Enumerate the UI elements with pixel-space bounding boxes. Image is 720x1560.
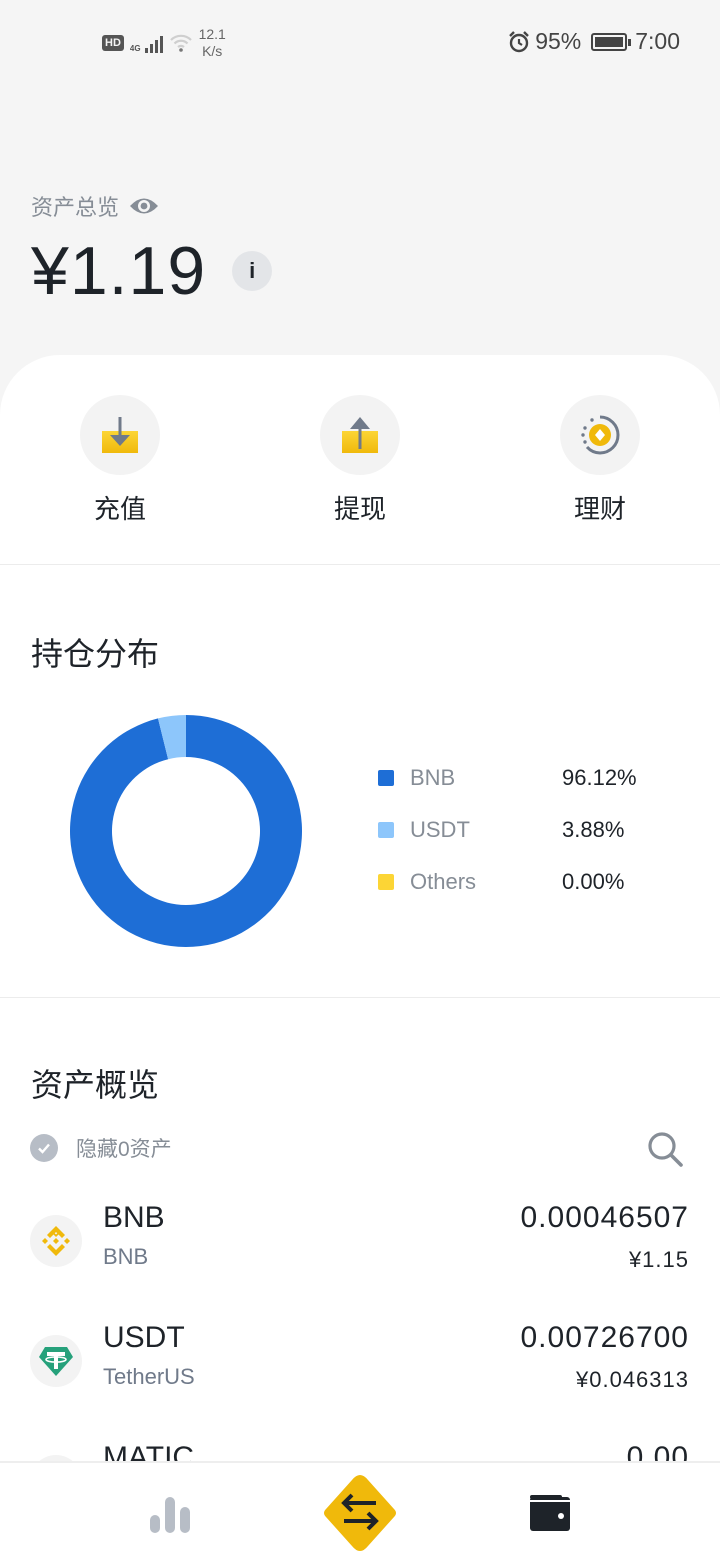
asset-name: BNB <box>103 1244 149 1269</box>
asset-value: ¥1.15 <box>628 1247 689 1272</box>
legend-swatch <box>378 822 394 838</box>
deposit-label: 充值 <box>93 494 146 524</box>
usdt-icon <box>30 1335 82 1387</box>
info-icon: i <box>249 258 256 283</box>
cellular-signal-icon: 4G <box>130 33 163 53</box>
overview-label: 资产总览 <box>31 195 120 220</box>
nav-trade[interactable] <box>310 1463 410 1560</box>
legend-swatch <box>378 874 394 890</box>
bar-chart-icon <box>150 1496 190 1533</box>
withdraw-label: 提现 <box>333 494 386 524</box>
holdings-donut-chart <box>70 715 302 947</box>
nav-markets[interactable] <box>120 1463 220 1560</box>
wallet-icon <box>530 1494 570 1531</box>
status-right: 95% 7:00 <box>507 28 680 55</box>
alarm-icon <box>509 30 530 52</box>
divider <box>0 564 720 565</box>
legend-value: 0.00% <box>562 869 625 894</box>
withdraw-icon <box>342 417 378 453</box>
legend-value: 96.12% <box>562 765 637 790</box>
info-button[interactable]: i <box>232 251 273 291</box>
hide-zero-assets-label: 隐藏0资产 <box>76 1138 172 1161</box>
battery-icon <box>591 32 632 51</box>
status-bar: HD 4G 12.1 K/s 95% 7:00 <box>0 0 720 84</box>
earn-button[interactable]: 理财 <box>480 395 720 526</box>
asset-value: ¥0.046313 <box>576 1367 689 1392</box>
quick-actions: 充值 提现 理财 <box>0 395 720 526</box>
search-icon[interactable] <box>646 1130 684 1168</box>
checkmark-icon[interactable] <box>30 1134 58 1162</box>
earn-label: 理财 <box>573 494 626 524</box>
network-speed: 12.1 K/s <box>198 26 226 59</box>
divider <box>0 997 720 998</box>
asset-row-bnb[interactable]: BNB BNB 0.00046507 ¥1.15 <box>0 1201 720 1311</box>
earn-icon <box>581 415 620 455</box>
asset-symbol: BNB <box>103 1201 165 1234</box>
battery-percent: 95% <box>535 28 582 54</box>
chart-legend: BNB 96.12% USDT 3.88% Others 0.00% <box>378 752 637 908</box>
status-left: HD 4G 12.1 K/s <box>102 26 226 60</box>
hide-zero-assets-toggle[interactable]: 隐藏0资产 <box>30 1133 172 1163</box>
legend-value: 3.88% <box>562 817 625 842</box>
swap-icon <box>324 1474 396 1551</box>
distribution-title: 持仓分布 <box>31 636 160 672</box>
bottom-navigation <box>0 1461 720 1560</box>
asset-name: TetherUS <box>103 1364 195 1389</box>
clock: 7:00 <box>635 28 680 54</box>
legend-label: BNB <box>410 765 456 790</box>
eye-icon[interactable] <box>129 195 159 217</box>
legend-label: USDT <box>410 817 470 842</box>
total-balance: ¥1.19 <box>31 233 207 309</box>
asset-overview-header: 资产总览 <box>31 190 159 222</box>
bnb-icon <box>30 1215 82 1267</box>
withdraw-button[interactable]: 提现 <box>240 395 480 526</box>
deposit-icon <box>102 417 138 453</box>
asset-quantity: 0.00726700 <box>520 1321 689 1354</box>
asset-quantity: 0.00046507 <box>520 1201 689 1234</box>
asset-row-usdt[interactable]: USDT TetherUS 0.00726700 ¥0.046313 <box>0 1321 720 1431</box>
legend-swatch <box>378 770 394 786</box>
deposit-button[interactable]: 充值 <box>0 395 240 526</box>
legend-item: Others 0.00% <box>378 856 637 908</box>
wifi-icon <box>169 34 192 52</box>
hd-badge: HD <box>102 35 124 51</box>
network-type: 4G <box>129 44 141 53</box>
total-balance-row: ¥1.19 i <box>31 232 273 310</box>
nav-wallet[interactable] <box>500 1463 600 1560</box>
legend-label: Others <box>410 869 477 894</box>
assets-title: 资产概览 <box>31 1067 160 1103</box>
legend-item: USDT 3.88% <box>378 804 637 856</box>
asset-symbol: USDT <box>103 1321 185 1354</box>
legend-item: BNB 96.12% <box>378 752 637 804</box>
